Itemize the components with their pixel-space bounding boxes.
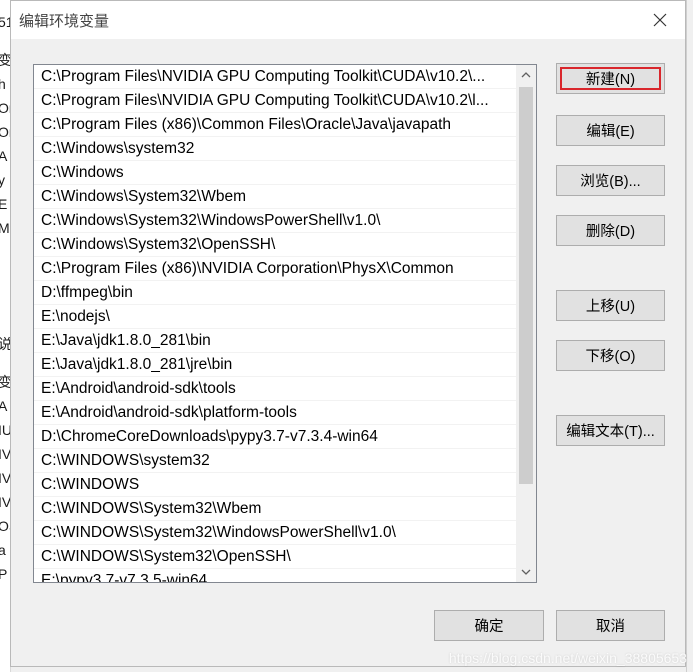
title-bar: 编辑环境变量 xyxy=(11,1,685,39)
path-list-item[interactable]: C:\Windows\System32\WindowsPowerShell\v1… xyxy=(34,209,516,233)
background-text: E xyxy=(0,196,7,212)
path-list-item[interactable]: E:\nodejs\ xyxy=(34,305,516,329)
path-list-item[interactable]: C:\WINDOWS\system32 xyxy=(34,449,516,473)
chevron-down-icon xyxy=(521,569,531,575)
path-list-item[interactable]: C:\Program Files (x86)\Common Files\Orac… xyxy=(34,113,516,137)
path-list-item[interactable]: C:\Program Files (x86)\NVIDIA Corporatio… xyxy=(34,257,516,281)
path-list-item[interactable]: C:\Windows xyxy=(34,161,516,185)
move-up-button[interactable]: 上移(U) xyxy=(556,290,665,321)
scroll-up-button[interactable] xyxy=(516,65,536,85)
move-down-button[interactable]: 下移(O) xyxy=(556,340,665,371)
close-icon xyxy=(653,13,667,27)
scrollbar-thumb[interactable] xyxy=(519,87,533,484)
path-list-item[interactable]: C:\WINDOWS\System32\WindowsPowerShell\v1… xyxy=(34,521,516,545)
close-button[interactable] xyxy=(649,9,671,31)
background-text: M xyxy=(0,220,10,236)
path-list-item[interactable]: E:\Java\jdk1.8.0_281\jre\bin xyxy=(34,353,516,377)
path-list-item[interactable]: C:\WINDOWS xyxy=(34,473,516,497)
path-list-item[interactable]: E:\Android\android-sdk\tools xyxy=(34,377,516,401)
background-text: A xyxy=(0,148,7,164)
new-button[interactable]: 新建(N) xyxy=(556,63,665,94)
delete-button[interactable]: 删除(D) xyxy=(556,215,665,246)
watermark: https://blog.csdn.net/weixin_38805653 xyxy=(448,650,687,666)
background-text: A xyxy=(0,398,7,414)
edit-text-button[interactable]: 编辑文本(T)... xyxy=(556,415,665,446)
path-list-item[interactable]: E:\Java\jdk1.8.0_281\bin xyxy=(34,329,516,353)
path-list[interactable]: C:\Program Files\NVIDIA GPU Computing To… xyxy=(33,64,537,583)
background-text: P xyxy=(0,566,7,582)
cancel-button[interactable]: 取消 xyxy=(556,610,665,641)
background-text: y xyxy=(0,172,5,188)
ok-button[interactable]: 确定 xyxy=(434,610,544,641)
path-list-item[interactable]: C:\Windows\System32\OpenSSH\ xyxy=(34,233,516,257)
path-list-item[interactable]: C:\Program Files\NVIDIA GPU Computing To… xyxy=(34,89,516,113)
edit-environment-variable-dialog: 编辑环境变量 C:\Program Files\NVIDIA GPU Compu… xyxy=(10,0,686,667)
path-list-item[interactable]: D:\ffmpeg\bin xyxy=(34,281,516,305)
path-list-item[interactable]: D:\ChromeCoreDownloads\pypy3.7-v7.3.4-wi… xyxy=(34,425,516,449)
path-list-item[interactable]: C:\Program Files\NVIDIA GPU Computing To… xyxy=(34,65,516,89)
scroll-down-button[interactable] xyxy=(516,562,536,582)
background-text: h xyxy=(0,76,6,92)
background-text: a xyxy=(0,542,6,558)
background-window-edge xyxy=(686,0,693,672)
edit-button[interactable]: 编辑(E) xyxy=(556,115,665,146)
path-list-item[interactable]: C:\WINDOWS\System32\Wbem xyxy=(34,497,516,521)
path-list-items: C:\Program Files\NVIDIA GPU Computing To… xyxy=(34,65,516,582)
chevron-up-icon xyxy=(521,72,531,78)
path-list-item[interactable]: C:\Windows\system32 xyxy=(34,137,516,161)
path-list-item[interactable]: E:\Android\android-sdk\platform-tools xyxy=(34,401,516,425)
vertical-scrollbar[interactable] xyxy=(516,65,536,582)
path-list-item[interactable]: C:\Windows\System32\Wbem xyxy=(34,185,516,209)
path-list-item[interactable]: E:\pypy3.7-v7.3.5-win64 xyxy=(34,569,516,582)
browse-button[interactable]: 浏览(B)... xyxy=(556,165,665,196)
dialog-title: 编辑环境变量 xyxy=(19,13,110,30)
path-list-item[interactable]: C:\WINDOWS\System32\OpenSSH\ xyxy=(34,545,516,569)
